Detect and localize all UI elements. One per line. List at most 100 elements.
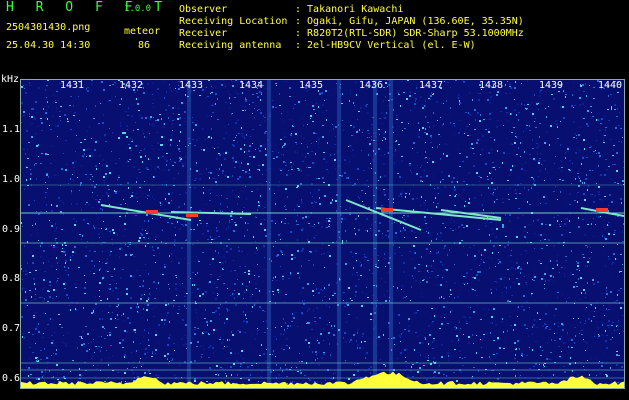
noise-speck [199,178,201,180]
noise-speck [544,180,545,181]
noise-speck [616,364,618,366]
noise-speck [504,246,506,248]
noise-speck [166,91,167,93]
noise-speck [132,276,134,278]
noise-speck [541,375,542,376]
noise-speck [223,153,224,154]
noise-speck [584,182,585,184]
noise-speck [41,122,43,124]
noise-speck [474,277,476,279]
noise-speck [244,235,245,237]
noise-speck [76,122,77,123]
noise-speck [583,139,585,141]
noise-speck [171,223,173,224]
noise-speck [164,81,165,82]
noise-speck [617,92,619,93]
noise-speck [131,115,133,117]
noise-speck [514,99,515,100]
noise-speck [466,156,468,158]
noise-speck [154,298,156,299]
noise-speck [283,145,285,146]
noise-speck [43,312,45,313]
noise-speck [58,197,60,199]
noise-speck [55,345,56,346]
noise-speck [89,250,91,252]
noise-speck [202,233,204,235]
noise-speck [166,153,168,154]
noise-speck [544,194,545,195]
noise-speck [451,181,453,183]
noise-speck [518,147,519,149]
noise-speck [493,167,495,168]
noise-speck [150,116,152,118]
noise-speck [421,256,422,258]
noise-speck [425,100,426,102]
noise-speck [40,118,42,119]
noise-speck [558,346,560,347]
noise-speck [227,288,228,289]
noise-speck [153,281,155,283]
noise-speck [174,350,175,351]
noise-speck [195,165,197,166]
noise-speck [599,155,601,157]
noise-speck [384,117,386,119]
noise-speck [219,262,221,263]
noise-speck [457,181,458,183]
noise-speck [197,259,199,261]
noise-speck [213,329,215,331]
noise-speck [22,223,23,224]
noise-speck [157,166,159,168]
noise-speck [25,153,26,155]
noise-speck [72,360,74,361]
noise-speck [156,331,157,332]
noise-speck [454,349,456,350]
noise-speck [402,130,403,131]
noise-speck [55,100,56,101]
noise-speck [503,331,504,333]
noise-speck [350,90,351,92]
noise-speck [186,348,187,349]
noise-speck [419,367,421,369]
noise-speck [90,179,91,180]
noise-speck [431,265,432,267]
noise-speck [79,336,81,337]
noise-speck [106,270,107,271]
noise-speck [565,152,566,154]
noise-speck [574,105,576,106]
noise-speck [421,293,422,294]
noise-speck [544,284,545,285]
noise-speck [530,112,531,114]
noise-speck [124,245,126,246]
noise-speck [284,136,286,138]
noise-speck [459,350,461,352]
noise-speck [208,334,210,335]
noise-speck [584,323,586,324]
noise-speck [136,197,138,199]
noise-speck [348,177,349,179]
noise-speck [545,108,546,109]
noise-speck [461,286,462,287]
noise-speck [58,314,60,315]
noise-speck [211,86,212,87]
noise-speck [578,217,579,219]
noise-speck [153,316,155,317]
noise-speck [335,136,336,137]
noise-speck [563,342,565,344]
noise-speck [25,84,27,85]
noise-speck [408,325,410,327]
noise-speck [444,247,445,249]
noise-speck [310,115,312,117]
noise-speck [346,177,348,179]
noise-speck [255,216,256,218]
noise-speck [202,313,204,315]
noise-speck [529,224,530,225]
noise-speck [600,373,601,375]
noise-speck [365,193,366,194]
noise-speck [499,373,500,374]
noise-speck [467,254,468,256]
noise-speck [428,355,429,356]
noise-speck [408,320,409,322]
noise-speck [517,340,519,342]
noise-speck [200,346,202,347]
noise-speck [529,154,531,155]
